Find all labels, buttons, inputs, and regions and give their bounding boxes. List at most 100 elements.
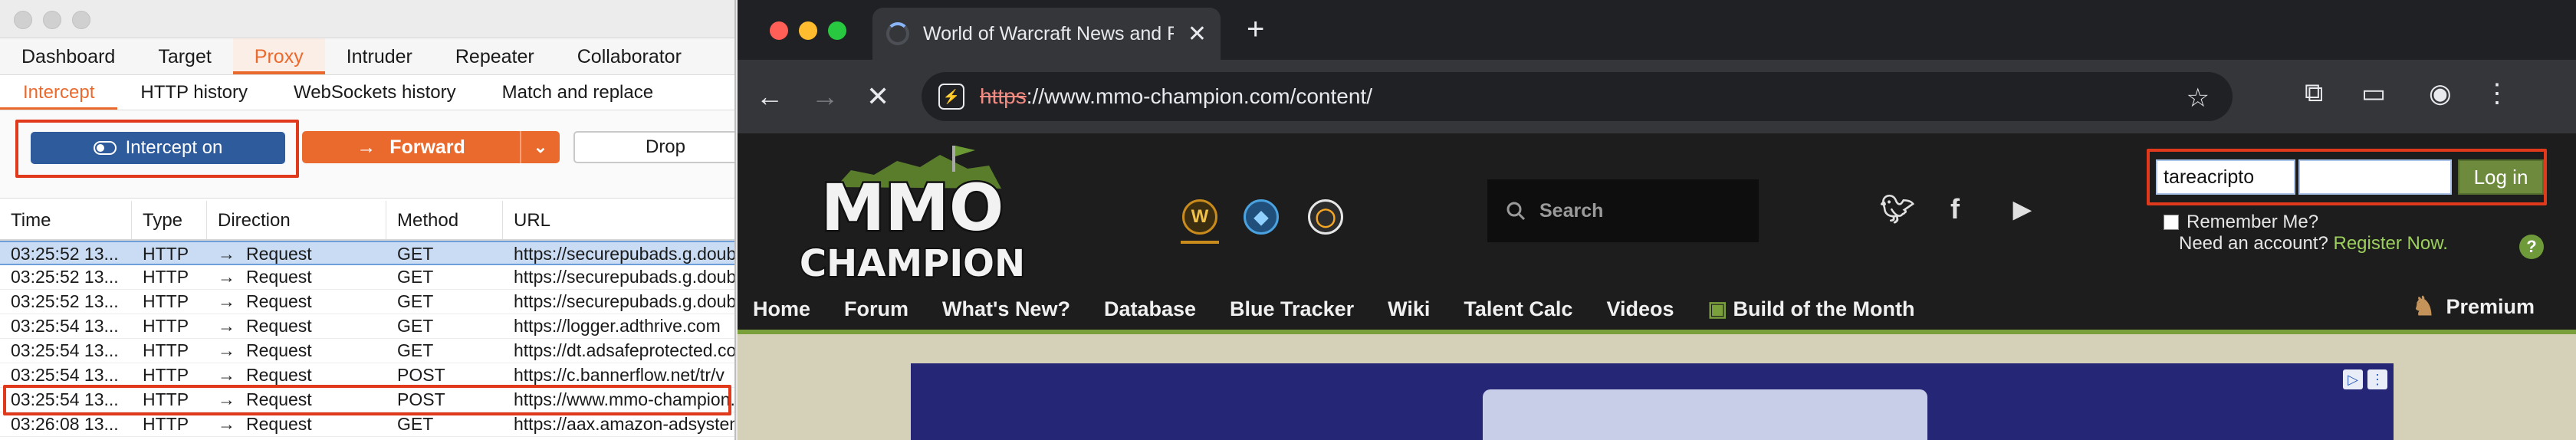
column-method[interactable]: Method [386, 201, 503, 239]
cell-type: HTTP [143, 414, 189, 434]
password-field[interactable] [2298, 159, 2452, 195]
username-field[interactable]: tareacripto [2156, 159, 2295, 195]
nav-videos[interactable]: Videos [1589, 297, 1691, 321]
table-row[interactable]: 03:25:54 13... HTTP → Request GET https:/… [0, 314, 734, 339]
menu-kebab-icon[interactable]: ⋮ [2484, 78, 2510, 109]
premium-label: Premium [2446, 294, 2535, 318]
nav-talent-calc[interactable]: Talent Calc [1447, 297, 1589, 321]
column-direction[interactable]: Direction [207, 201, 386, 239]
arrow-right-icon: → [218, 316, 235, 336]
cell-method: GET [397, 267, 434, 287]
table-row[interactable]: 03:25:54 13... HTTP → Request GET https:/… [0, 339, 734, 363]
youtube-icon[interactable]: ▶ [2013, 196, 2031, 223]
nav-blue-tracker[interactable]: Blue Tracker [1213, 297, 1371, 321]
nav-database[interactable]: Database [1087, 297, 1213, 321]
table-row[interactable]: 03:26:08 13... HTTP → Request GET https:/… [0, 412, 734, 437]
cell-url: https://aax.amazon-adsystem.com [514, 414, 734, 434]
login-button[interactable]: Log in [2458, 159, 2544, 195]
stop-loading-icon[interactable]: ✕ [866, 81, 889, 112]
ad-choices-badge[interactable]: ▷ ⋮ [2343, 369, 2387, 389]
cell-method: POST [397, 365, 445, 385]
intercept-toolbar: Intercept on → Forward ⌄ Drop [0, 110, 734, 199]
advertisement-banner[interactable]: ▷ ⋮ [911, 363, 2394, 440]
bookmark-star-icon[interactable]: ☆ [2187, 83, 2210, 113]
burp-title-bar [0, 0, 734, 38]
tab-proxy[interactable]: Proxy [232, 38, 325, 74]
forward-nav-icon[interactable]: → [811, 81, 839, 112]
post-request-highlight-box [3, 385, 731, 415]
cell-method: GET [397, 244, 434, 264]
nav-forum[interactable]: Forum [827, 297, 925, 321]
tab-intercept[interactable]: Intercept [0, 75, 118, 110]
table-row[interactable]: 03:25:52 13... HTTP → Request GET https:/… [0, 265, 734, 290]
tab-dashboard[interactable]: Dashboard [0, 38, 136, 74]
help-icon[interactable]: ? [2519, 235, 2544, 259]
web-page: MMO CHAMPION W ◆ ◯ Search 🐦︎ f ▶ tareacr… [738, 133, 2576, 440]
mmo-champion-logo[interactable]: MMO CHAMPION [790, 141, 1035, 291]
direction-text: Request [246, 340, 312, 360]
remember-me-checkbox[interactable] [2164, 215, 2179, 230]
nav-wiki[interactable]: Wiki [1371, 297, 1447, 321]
premium-link[interactable]: ♞ Premium [2412, 291, 2535, 322]
twitter-icon[interactable]: 🐦︎ [1880, 193, 1915, 225]
close-window-icon[interactable] [770, 21, 788, 40]
cell-type: HTTP [143, 316, 189, 336]
cell-direction: → Request [207, 290, 386, 314]
intercept-toggle-button[interactable]: Intercept on [31, 132, 285, 164]
minimize-window-icon[interactable] [43, 11, 61, 29]
table-row[interactable]: 03:25:54 13... HTTP → Request POST https:… [0, 385, 734, 415]
nav-whats-new[interactable]: What's New? [925, 297, 1087, 321]
back-icon[interactable]: ← [756, 81, 784, 112]
tab-target[interactable]: Target [136, 38, 232, 74]
adchoices-icon[interactable]: ▷ [2343, 369, 2363, 389]
zoom-window-icon[interactable] [828, 21, 846, 40]
starcraft-icon[interactable]: ◆ [1244, 199, 1279, 235]
premium-avatar-icon: ♞ [2412, 292, 2436, 321]
intercept-queue-table: Time Type Direction Method URL 03:25:52 … [0, 201, 734, 437]
tab-collaborator[interactable]: Collaborator [556, 38, 703, 74]
chevron-down-icon[interactable]: ⌄ [520, 131, 560, 163]
column-type[interactable]: Type [132, 201, 207, 239]
forward-button-main[interactable]: → Forward [302, 136, 520, 159]
remember-me[interactable]: Remember Me? [2164, 212, 2318, 233]
table-row[interactable]: 03:25:52 13... HTTP → Request GET https:/… [0, 290, 734, 314]
tab-match-and-replace[interactable]: Match and replace [479, 75, 676, 110]
direction-text: Request [246, 267, 312, 287]
site-search-box[interactable]: Search [1487, 179, 1759, 242]
url-scheme: https [980, 84, 1027, 108]
cell-direction: → Request [207, 242, 386, 264]
drop-button[interactable]: Drop [573, 131, 734, 163]
table-row[interactable]: 03:25:52 13... HTTP → Request GET https:/… [0, 241, 734, 265]
cast-icon[interactable]: ▭ [2361, 78, 2386, 109]
address-bar[interactable]: ⚡ https ://www.mmo-champion.com/content/… [922, 72, 2233, 121]
tab-http-history[interactable]: HTTP history [117, 75, 271, 110]
forward-button[interactable]: → Forward ⌄ [302, 131, 560, 163]
browser-tab-active[interactable]: World of Warcraft News and Raiding Strat… [872, 8, 1221, 60]
register-link[interactable]: Register Now. [2333, 233, 2447, 254]
new-tab-icon[interactable]: + [1247, 12, 1264, 47]
nav-home[interactable]: Home [738, 297, 827, 321]
table-header: Time Type Direction Method URL [0, 201, 734, 241]
logo-mmo-text: MMO [821, 170, 1004, 245]
ad-options-icon[interactable]: ⋮ [2367, 369, 2387, 389]
register-prompt: Need an account? Register Now. [2179, 233, 2448, 254]
overwatch-icon[interactable]: ◯ [1308, 199, 1343, 235]
facebook-icon[interactable]: f [1950, 193, 1960, 225]
extensions-puzzle-icon[interactable]: ⧉ [2305, 78, 2323, 108]
close-window-icon[interactable] [14, 11, 32, 29]
close-tab-icon[interactable]: ✕ [1188, 21, 1207, 48]
nav-build-of-the-month[interactable]: ▣ Build of the Month [1691, 297, 1931, 321]
minimize-window-icon[interactable] [799, 21, 817, 40]
tab-repeater[interactable]: Repeater [434, 38, 556, 74]
profile-icon[interactable]: ◉ [2429, 78, 2452, 109]
site-info-icon[interactable]: ⚡ [938, 84, 964, 110]
direction-text: Request [246, 291, 312, 311]
zoom-window-icon[interactable] [72, 11, 90, 29]
cell-time: 03:25:54 13... [11, 365, 119, 385]
column-url[interactable]: URL [503, 201, 734, 239]
tab-intruder[interactable]: Intruder [325, 38, 434, 74]
column-time[interactable]: Time [0, 201, 132, 239]
tab-websockets-history[interactable]: WebSockets history [271, 75, 479, 110]
warcraft-icon[interactable]: W [1182, 199, 1217, 235]
chrome-window: World of Warcraft News and Raiding Strat… [738, 0, 2576, 440]
